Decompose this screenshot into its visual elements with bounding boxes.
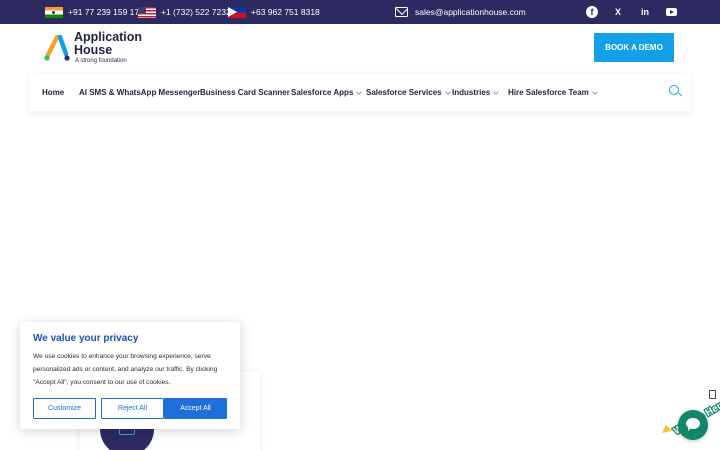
phone-india-number: +91 77 239 159 17 [68,7,140,17]
linkedin-icon[interactable]: in [639,6,651,18]
hand-wave-icon [662,425,672,433]
phone-philippines[interactable]: +63 962 751 8318 [228,0,320,24]
nav-item-label: Industries [452,88,491,97]
nav-item-salesforce-services[interactable]: Salesforce Services [366,74,451,111]
mail-icon [395,7,408,17]
chevron-down-icon [356,88,363,95]
chevron-down-icon [444,88,451,95]
nav-item-label: Home [42,88,65,97]
nav-item-label: Business Card Scanner [200,88,290,97]
email-address: sales@applicationhouse.com [415,7,526,17]
chat-bubble-icon [686,418,700,431]
application-house-logo[interactable]: Application House A strong foundation [42,30,152,68]
cookie-description: We use cookies to enhance your browsing … [33,353,218,386]
nav-item-industries[interactable]: Industries [452,74,500,111]
chevron-down-icon [591,88,598,95]
india-flag-icon [45,6,63,18]
nav-item-label: AI SMS & WhatsApp Messenger [79,88,201,97]
book-a-demo-button[interactable]: BOOK A DEMO [594,33,674,62]
nav-item-label: Salesforce Apps [291,88,354,97]
main-navigation: Home AI SMS & WhatsApp Messenger Busines… [30,74,690,111]
logo-tagline: A strong foundation [75,58,127,64]
logo-mark-icon [44,34,70,61]
facebook-icon[interactable]: f [586,6,598,18]
logo-line-2: House [74,42,113,57]
nav-item-ai-sms-whatsapp[interactable]: AI SMS & WhatsApp Messenger [79,74,200,111]
phone-usa[interactable]: +1 (732) 522 7232 [138,0,231,24]
nav-item-hire-salesforce-team[interactable]: Hire Salesforce Team [508,74,598,111]
customize-button[interactable]: Customize [33,398,96,419]
usa-flag-icon [138,6,156,18]
nav-item-label: Salesforce Services [366,88,442,97]
logo-wordmark: Application House [74,31,142,56]
top-contact-bar: +91 77 239 159 17 +1 (732) 522 7232 +63 … [0,0,720,24]
cookie-consent-banner: We value your privacy We use cookies to … [20,322,240,429]
chevron-down-icon [493,88,500,95]
nav-item-label: Hire Salesforce Team [508,88,589,97]
cookie-title: We value your privacy [33,333,139,344]
x-icon[interactable]: X [612,6,624,18]
phone-philippines-number: +63 962 751 8318 [251,7,320,17]
reject-all-button[interactable]: Reject All [101,398,164,419]
phone-india[interactable]: +91 77 239 159 17 [45,0,139,24]
phone-usa-number: +1 (732) 522 7232 [161,7,231,17]
nav-item-salesforce-apps[interactable]: Salesforce Apps [291,74,363,111]
accept-all-button[interactable]: Accept All [164,398,227,419]
youtube-icon[interactable] [666,8,677,16]
nav-item-business-card-scanner[interactable]: Business Card Scanner [200,74,290,111]
logo-line-1: Application [74,30,143,44]
search-icon[interactable] [669,85,679,95]
email-link[interactable]: sales@applicationhouse.com [395,0,526,24]
philippines-flag-icon [228,6,246,18]
nav-item-home[interactable]: Home [42,74,64,111]
chat-launcher-button[interactable] [678,410,708,440]
